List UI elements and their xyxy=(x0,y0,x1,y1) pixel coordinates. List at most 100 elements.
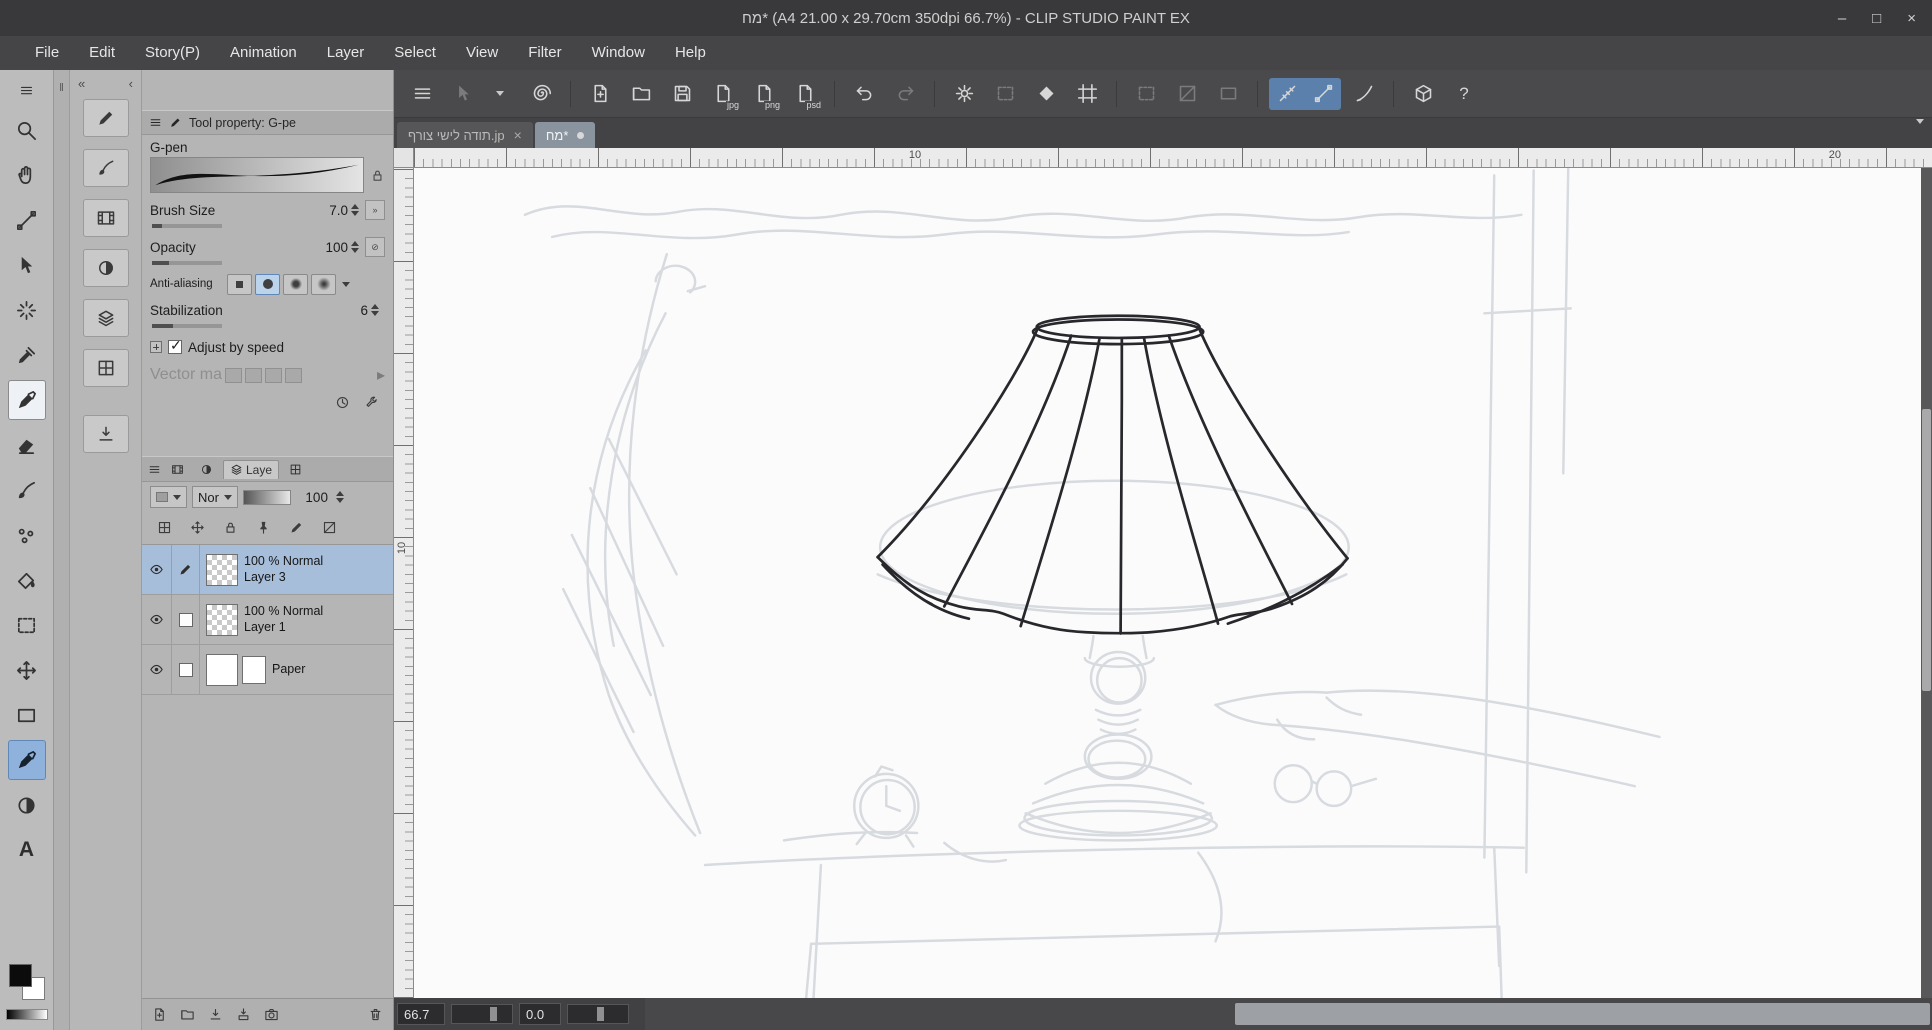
tab-layer[interactable]: Laye xyxy=(223,459,280,479)
tab-timeline[interactable] xyxy=(165,461,190,478)
document-tab-1[interactable]: תודה לישי צורף.jp × xyxy=(397,122,533,148)
clip-studio-button[interactable] xyxy=(523,78,559,110)
figure-tool[interactable] xyxy=(8,695,46,735)
redo-button[interactable] xyxy=(887,78,923,110)
lock-transparent-button[interactable] xyxy=(251,516,275,538)
new-canvas-button[interactable] xyxy=(582,78,618,110)
export-png-button[interactable]: png xyxy=(746,78,782,110)
settings-wrench-icon[interactable] xyxy=(364,395,379,410)
visibility-eye-icon[interactable] xyxy=(142,645,172,694)
menu-edit[interactable]: Edit xyxy=(74,36,130,70)
brush-size-slider[interactable] xyxy=(152,224,222,228)
snap-to-ruler-button[interactable] xyxy=(1269,78,1305,110)
selection-tool[interactable] xyxy=(8,605,46,645)
rotation-slider[interactable] xyxy=(567,1004,629,1024)
adjust-by-speed-checkbox[interactable] xyxy=(168,337,182,354)
visibility-eye-icon[interactable] xyxy=(142,595,172,644)
anti-aliasing-strong-button[interactable] xyxy=(311,273,336,295)
layer-row-layer1[interactable]: 100 % Normal Layer 1 xyxy=(142,595,393,645)
invert-selection-button[interactable] xyxy=(1028,78,1064,110)
eyedropper-tool[interactable] xyxy=(8,335,46,375)
snap-to-grid-button[interactable] xyxy=(1346,78,1382,110)
layer-name[interactable]: Paper xyxy=(272,662,305,678)
eraser-tool[interactable] xyxy=(8,425,46,465)
anti-aliasing-none-button[interactable] xyxy=(227,273,252,295)
opacity-stepper[interactable] xyxy=(351,240,359,254)
stabilization-value[interactable]: 6 xyxy=(336,303,368,318)
export-jpg-button[interactable]: jpg xyxy=(705,78,741,110)
vector-option-4[interactable] xyxy=(285,367,303,383)
new-layer-icon[interactable] xyxy=(152,1007,167,1022)
zoom-slider[interactable] xyxy=(451,1004,513,1024)
fill-tool[interactable] xyxy=(8,560,46,600)
anti-aliasing-medium-button[interactable] xyxy=(283,273,308,295)
menu-window[interactable]: Window xyxy=(577,36,660,70)
editing-pencil-icon[interactable] xyxy=(172,545,200,594)
help-button[interactable]: ? xyxy=(1446,78,1482,110)
brush-tool[interactable] xyxy=(8,470,46,510)
close-button[interactable]: × xyxy=(1907,10,1916,27)
selection-fill-button[interactable] xyxy=(1210,78,1246,110)
color-gradient-strip[interactable] xyxy=(5,1009,48,1020)
drawing-canvas[interactable] xyxy=(414,168,1932,998)
history-clock-icon[interactable] xyxy=(335,395,350,410)
left-ruler[interactable]: 10 xyxy=(394,168,414,998)
brush-size-options-button[interactable]: » xyxy=(365,200,385,220)
crop-frame-button[interactable] xyxy=(1069,78,1105,110)
new-folder-icon[interactable] xyxy=(180,1007,195,1022)
maximize-button[interactable]: □ xyxy=(1872,10,1881,27)
vertical-scrollbar[interactable] xyxy=(1921,168,1932,998)
menu-view[interactable]: View xyxy=(451,36,513,70)
undo-button[interactable] xyxy=(846,78,882,110)
sub-tool-pen-button[interactable] xyxy=(82,99,129,137)
menu-select[interactable]: Select xyxy=(379,36,451,70)
selection-border-button[interactable] xyxy=(1128,78,1164,110)
document-tab-2-active[interactable]: מח* xyxy=(534,122,596,148)
blend-mode-select[interactable]: Nor xyxy=(192,486,238,508)
lock-icon[interactable] xyxy=(370,168,385,183)
horizontal-scrollbar[interactable] xyxy=(645,998,1932,1030)
snap-to-special-ruler-button[interactable] xyxy=(1305,78,1341,110)
deselect-button[interactable] xyxy=(946,78,982,110)
decoration-tool[interactable] xyxy=(8,515,46,555)
layer-palette-button[interactable] xyxy=(82,299,129,337)
layer-row-layer3[interactable]: 100 % Normal Layer 3 xyxy=(142,545,393,595)
delete-layer-icon[interactable] xyxy=(368,1007,383,1022)
selection-clear-button[interactable] xyxy=(1169,78,1205,110)
menu-story[interactable]: Story(P) xyxy=(130,36,215,70)
layer-palette-combo[interactable] xyxy=(150,486,187,508)
horizontal-scrollbar-thumb[interactable] xyxy=(1235,1003,1930,1025)
layer-opacity-slider[interactable] xyxy=(242,489,291,505)
rotation-value-field[interactable]: 0.0 xyxy=(519,1003,561,1025)
layer-panel-menu-icon[interactable] xyxy=(148,463,161,476)
tab-layer-property[interactable] xyxy=(194,461,219,478)
lock-layer-button[interactable] xyxy=(218,516,242,538)
expand-plus-icon[interactable] xyxy=(150,341,162,353)
hand-tool[interactable] xyxy=(8,155,46,195)
anti-aliasing-dropdown[interactable] xyxy=(342,281,350,288)
minimize-button[interactable]: – xyxy=(1838,10,1846,27)
menu-help[interactable]: Help xyxy=(660,36,721,70)
edit-checkbox[interactable] xyxy=(172,595,200,644)
panel-menu-icon[interactable] xyxy=(149,116,162,129)
palette-divider[interactable]: ‖ xyxy=(54,70,70,1030)
vector-option-3[interactable] xyxy=(265,367,283,383)
text-tool[interactable]: A xyxy=(8,830,46,870)
menu-layer[interactable]: Layer xyxy=(312,36,380,70)
menu-filter[interactable]: Filter xyxy=(513,36,576,70)
sub-tool-brush-button[interactable] xyxy=(82,149,129,187)
edit-checkbox[interactable] xyxy=(172,645,200,694)
stabilization-stepper[interactable] xyxy=(371,303,379,317)
opacity-options-button[interactable]: ⊘ xyxy=(365,237,385,257)
marker-tool-selected[interactable] xyxy=(7,740,46,780)
main-color-swatch[interactable] xyxy=(8,964,32,987)
command-bar-menu-button[interactable] xyxy=(404,78,440,110)
vertical-scrollbar-thumb[interactable] xyxy=(1922,408,1931,691)
tool-property-header[interactable]: Tool property: G-pe xyxy=(142,110,393,135)
material-download-button[interactable] xyxy=(82,415,129,453)
vector-expand-arrow[interactable]: ▸ xyxy=(377,365,385,385)
material-3d-button[interactable] xyxy=(1405,78,1441,110)
vector-option-1[interactable] xyxy=(225,367,243,383)
layer-opacity-stepper[interactable] xyxy=(335,490,344,504)
brush-size-stepper[interactable] xyxy=(351,203,359,217)
